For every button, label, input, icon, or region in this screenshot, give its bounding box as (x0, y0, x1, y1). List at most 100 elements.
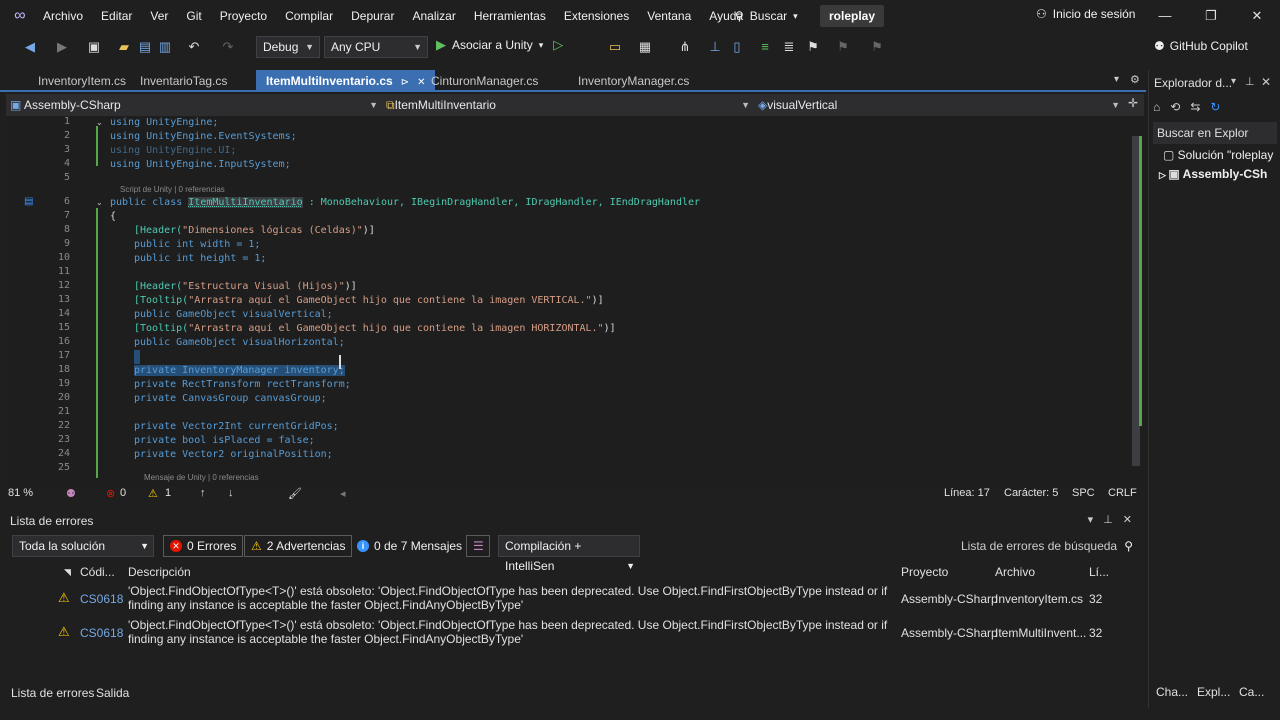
error-code[interactable]: CS0618 (80, 626, 123, 640)
arrow-up-icon[interactable]: ↑ (200, 487, 206, 499)
expand-icon[interactable]: ▷ (1159, 170, 1168, 180)
tab-output[interactable]: Salida (96, 686, 129, 700)
code-area[interactable]: using UnityEngine; using UnityEngine.Eve… (110, 116, 700, 482)
line-ending[interactable]: CRLF (1108, 487, 1137, 499)
filter-column-icon[interactable]: ◥ (64, 562, 71, 582)
configuration-select[interactable]: Debug ▼ (256, 36, 320, 58)
tab-error-list[interactable]: Lista de errores (11, 686, 94, 700)
folder-icon[interactable]: ▭ (607, 39, 623, 55)
history-icon[interactable]: ⟲ (1170, 100, 1180, 114)
scroll-left-icon[interactable]: ◂ (340, 487, 346, 500)
chevron-down-icon[interactable]: ▾ (1088, 513, 1094, 526)
warnings-filter-button[interactable]: ⚠ 2 Advertencias (244, 535, 353, 557)
error-row[interactable]: ⚠ CS0618 'Object.FindObjectOfType<T>()' … (0, 582, 1142, 616)
back-icon[interactable]: ◀ (22, 39, 38, 55)
breakpoints-icon[interactable]: ▯ (729, 39, 745, 55)
fork-icon[interactable]: ⋔ (677, 39, 693, 55)
menu-herramientas[interactable]: Herramientas (465, 9, 555, 23)
signin-button[interactable]: ⚇ Inicio de sesión (1036, 7, 1135, 21)
home-icon[interactable]: ⌂ (1153, 100, 1160, 114)
member-select[interactable]: ◈visualVertical ▼ (754, 94, 1124, 116)
copilot-status-icon[interactable]: ⚉ (66, 487, 76, 500)
save-icon[interactable]: ▤ (137, 39, 153, 55)
menu-proyecto[interactable]: Proyecto (211, 9, 276, 23)
menu-compilar[interactable]: Compilar (276, 9, 342, 23)
solution-search-input[interactable]: Buscar en Explor (1153, 122, 1277, 144)
bookmark-prev-icon[interactable]: ⚑ (835, 39, 851, 55)
tab-changes[interactable]: Cha... (1156, 685, 1188, 699)
bookmark-next-icon[interactable]: ⚑ (869, 39, 885, 55)
undo-icon[interactable]: ↶ (186, 39, 202, 55)
pin-icon[interactable]: ⊥ (1245, 75, 1255, 88)
project-select[interactable]: ▣ Assembly-CSharp ▼ (6, 94, 382, 116)
menu-depurar[interactable]: Depurar (342, 9, 403, 23)
scope-select[interactable]: Toda la solución ▼ (12, 535, 154, 557)
close-window-icon[interactable]: ✕ (1234, 0, 1280, 32)
step-icon[interactable]: ⊥ (707, 39, 723, 55)
close-icon[interactable]: ✕ (1261, 75, 1271, 89)
codelens-script[interactable]: Script de Unity | 0 referencias (120, 185, 225, 194)
code-editor[interactable]: 1 2 3 4 5 6 7 8 9 10 11 12 13 14 15 16 1… (6, 116, 1144, 486)
settings-icon[interactable]: ⚙ (1130, 73, 1140, 86)
chevron-down-icon[interactable]: ▾ (1231, 76, 1236, 87)
refresh-icon[interactable]: ↻ (1210, 100, 1220, 114)
open-folder-icon[interactable]: ▰ (116, 39, 132, 55)
tab-class-view[interactable]: Ca... (1239, 685, 1264, 699)
warning-status-icon[interactable]: ⚠ (148, 487, 158, 500)
col-header-description[interactable]: Descripción (128, 562, 191, 582)
codelens-message[interactable]: Mensaje de Unity | 0 referencias (144, 473, 259, 482)
layout-icon[interactable]: ▦ (637, 39, 653, 55)
tab-inventorymanager[interactable]: InventoryManager.cs (568, 70, 699, 92)
menu-ver[interactable]: Ver (141, 9, 177, 23)
messages-filter-button[interactable]: i 0 de 7 Mensajes (350, 535, 469, 557)
sync-icon[interactable]: ⇆ (1190, 100, 1200, 114)
error-search-input[interactable]: Lista de errores de búsqueda ⚲ (954, 535, 1140, 557)
menu-extensiones[interactable]: Extensiones (555, 9, 638, 23)
tab-cinturonmanager[interactable]: CinturonManager.cs (421, 70, 548, 92)
indent-icon[interactable]: ≡ (757, 39, 773, 55)
close-icon[interactable]: ✕ (1123, 513, 1132, 526)
char-position[interactable]: Carácter: 5 (1004, 487, 1058, 499)
zoom-level[interactable]: 81 % (8, 487, 33, 499)
redo-icon[interactable]: ↷ (220, 39, 236, 55)
arrow-down-icon[interactable]: ↓ (228, 487, 234, 499)
brush-icon[interactable]: 🖌 (288, 487, 302, 500)
errors-filter-button[interactable]: ✕ 0 Errores (163, 535, 244, 557)
menu-ventana[interactable]: Ventana (638, 9, 700, 23)
menu-editar[interactable]: Editar (92, 9, 141, 23)
whitespace-mode[interactable]: SPC (1072, 487, 1095, 499)
maximize-icon[interactable]: ❐ (1188, 0, 1234, 32)
menu-analizar[interactable]: Analizar (403, 9, 464, 23)
col-header-line[interactable]: Lí... (1089, 562, 1109, 582)
collapse-icon[interactable]: ⌄ (96, 198, 103, 207)
attach-unity-button[interactable]: ▶ Asociar a Unity ▾ ▷ (436, 37, 563, 53)
new-item-icon[interactable]: ▣ (86, 39, 102, 55)
error-code[interactable]: CS0618 (80, 592, 123, 606)
tab-list-icon[interactable]: ▾ (1114, 74, 1119, 85)
error-row[interactable]: ⚠ CS0618 'Object.FindObjectOfType<T>()' … (0, 616, 1142, 650)
error-status-icon[interactable]: ⊗ (106, 487, 115, 500)
tab-inventoryitem[interactable]: InventoryItem.cs (28, 70, 136, 92)
forward-icon[interactable]: ▶ (54, 39, 70, 55)
build-filter-select[interactable]: Compilación + IntelliSen ▼ (498, 535, 640, 573)
github-copilot-button[interactable]: ⚉ GitHub Copilot (1154, 39, 1248, 53)
tab-inventariotag[interactable]: InventarioTag.cs (130, 70, 237, 92)
platform-select[interactable]: Any CPU ▼ (324, 36, 428, 58)
minimize-icon[interactable]: — (1142, 0, 1188, 32)
comment-icon[interactable]: ≣ (781, 39, 797, 55)
menu-archivo[interactable]: Archivo (34, 9, 92, 23)
line-position[interactable]: Línea: 17 (944, 487, 990, 499)
tab-itemmultiinventario[interactable]: ItemMultiInventario.cs ⊳ ✕ (256, 70, 436, 92)
col-header-code[interactable]: Códi... (80, 562, 115, 582)
pin-icon[interactable]: ⊳ (401, 77, 409, 88)
col-header-file[interactable]: Archivo (995, 562, 1035, 582)
editor-vertical-scrollbar[interactable] (1128, 116, 1144, 486)
start-without-debug-icon[interactable]: ▷ (553, 37, 563, 53)
bookmark-icon[interactable]: ⚑ (805, 39, 821, 55)
split-icon[interactable]: ✛ (1128, 96, 1138, 110)
search-button[interactable]: ⚲ Buscar ▾ (735, 6, 798, 26)
solution-name-badge[interactable]: roleplay (820, 5, 885, 27)
pin-icon[interactable]: ⊥ (1103, 513, 1113, 526)
menu-git[interactable]: Git (177, 9, 210, 23)
tree-item-project[interactable]: ▷ ▣ Assembly-CSh (1159, 167, 1267, 181)
